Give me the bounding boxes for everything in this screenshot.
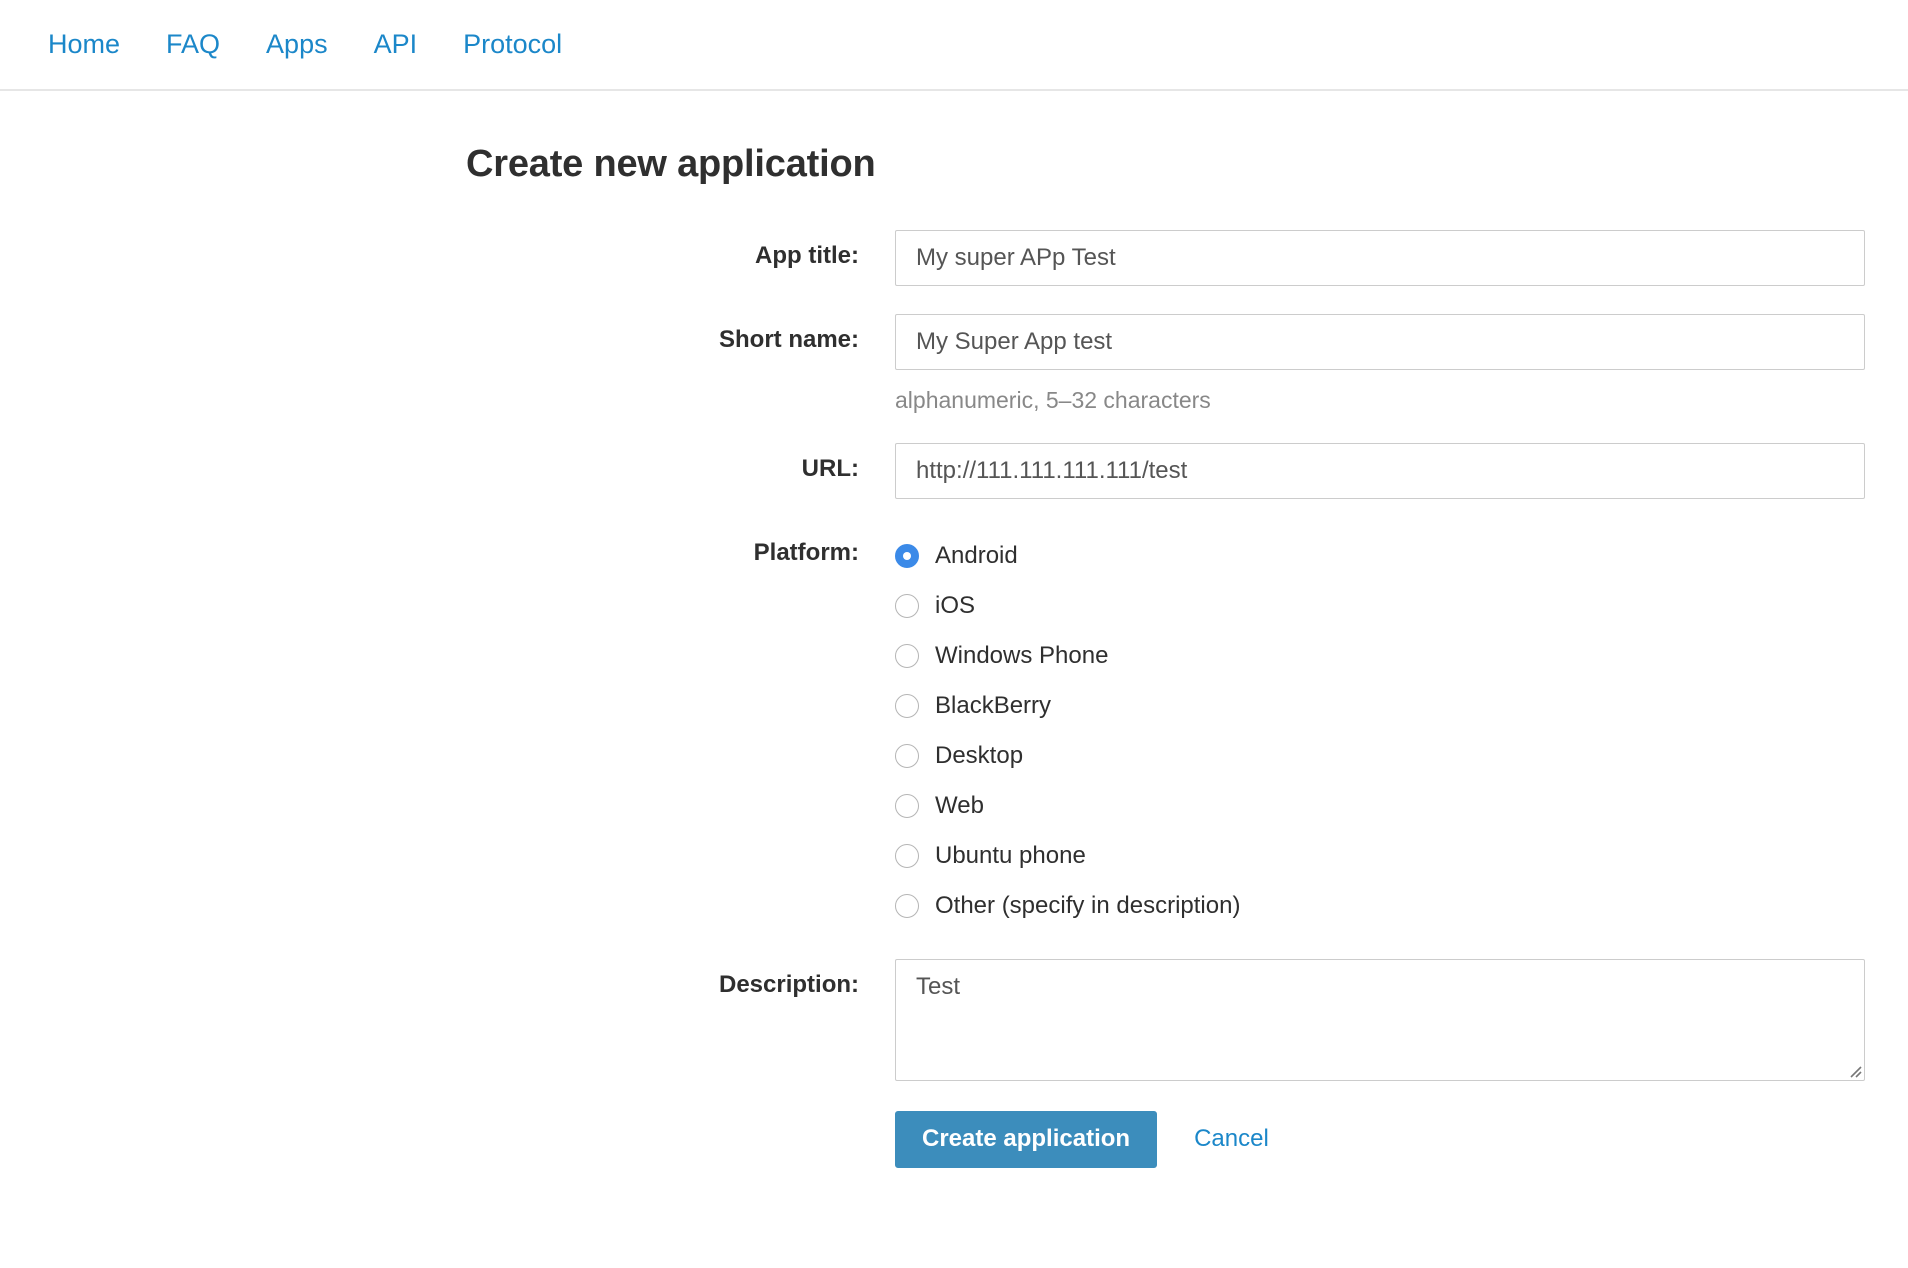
platform-radio-web[interactable]: Web (895, 781, 1865, 831)
platform-option-label: Windows Phone (935, 641, 1109, 669)
platform-radio-group: Android iOS Windows Phone BlackBerry Des… (895, 527, 1865, 931)
platform-option-label: iOS (935, 591, 976, 619)
platform-option-label: Other (specify in description) (935, 891, 1241, 919)
short-name-label: Short name: (718, 326, 859, 353)
short-name-input[interactable] (895, 314, 1865, 370)
url-label: URL: (801, 454, 859, 482)
radio-unselected-icon[interactable] (895, 593, 919, 618)
radio-unselected-icon[interactable] (895, 643, 919, 668)
platform-option-label: Web (935, 791, 984, 819)
url-input[interactable] (895, 442, 1865, 499)
app-title-control (895, 230, 1908, 286)
radio-selected-icon[interactable] (895, 543, 919, 568)
platform-radio-android[interactable]: Android (895, 531, 1865, 581)
nav-link-api[interactable]: API (374, 31, 418, 58)
create-application-form: App title: Short name: alphanumeric, 5–3… (0, 230, 1908, 1168)
form-row-description: Description: Test (0, 958, 1908, 1081)
radio-unselected-icon[interactable] (895, 843, 919, 868)
url-control (895, 442, 1908, 499)
radio-unselected-icon[interactable] (895, 793, 919, 818)
nav-link-protocol[interactable]: Protocol (463, 31, 562, 58)
short-name-help-text: alphanumeric, 5–32 characters (895, 387, 1211, 413)
description-label: Description: (718, 970, 859, 998)
page-content: Create new application App title: Short … (0, 91, 1908, 1168)
nav-link-faq[interactable]: FAQ (166, 31, 220, 58)
short-name-control: alphanumeric, 5–32 characters (895, 314, 1908, 415)
page-title: Create new application (466, 143, 876, 185)
description-textarea-wrap: Test (895, 958, 1865, 1081)
platform-label: Platform: (753, 538, 859, 566)
app-title-input[interactable] (895, 230, 1865, 286)
platform-radio-desktop[interactable]: Desktop (895, 731, 1865, 781)
form-actions: Create application Cancel (0, 1110, 1908, 1168)
nav-link-apps[interactable]: Apps (266, 31, 328, 58)
platform-option-label: Android (935, 541, 1018, 569)
description-textarea[interactable]: Test (895, 958, 1865, 1081)
form-row-url: URL: (0, 442, 1908, 499)
platform-control: Android iOS Windows Phone BlackBerry Des… (895, 527, 1908, 931)
platform-radio-ios[interactable]: iOS (895, 581, 1865, 631)
radio-unselected-icon[interactable] (895, 893, 919, 918)
platform-radio-windows-phone[interactable]: Windows Phone (895, 631, 1865, 681)
platform-radio-ubuntu-phone[interactable]: Ubuntu phone (895, 831, 1865, 881)
app-title-label: App title: (755, 242, 859, 269)
top-navbar: Home FAQ Apps API Protocol (0, 0, 1908, 91)
radio-unselected-icon[interactable] (895, 693, 919, 718)
radio-unselected-icon[interactable] (895, 743, 919, 768)
platform-radio-other[interactable]: Other (specify in description) (895, 881, 1865, 931)
platform-option-label: Ubuntu phone (935, 841, 1086, 869)
nav-link-home[interactable]: Home (48, 31, 120, 58)
create-application-button[interactable]: Create application (895, 1110, 1158, 1168)
platform-option-label: BlackBerry (935, 691, 1052, 719)
cancel-link[interactable]: Cancel (1194, 1125, 1269, 1153)
description-control: Test (895, 958, 1908, 1081)
form-row-short-name: Short name: alphanumeric, 5–32 character… (0, 314, 1908, 415)
platform-option-label: Desktop (935, 741, 1024, 769)
form-row-app-title: App title: (0, 230, 1908, 286)
platform-radio-blackberry[interactable]: BlackBerry (895, 681, 1865, 731)
form-row-platform: Platform: Android iOS Windows Phone Blac… (0, 527, 1908, 931)
